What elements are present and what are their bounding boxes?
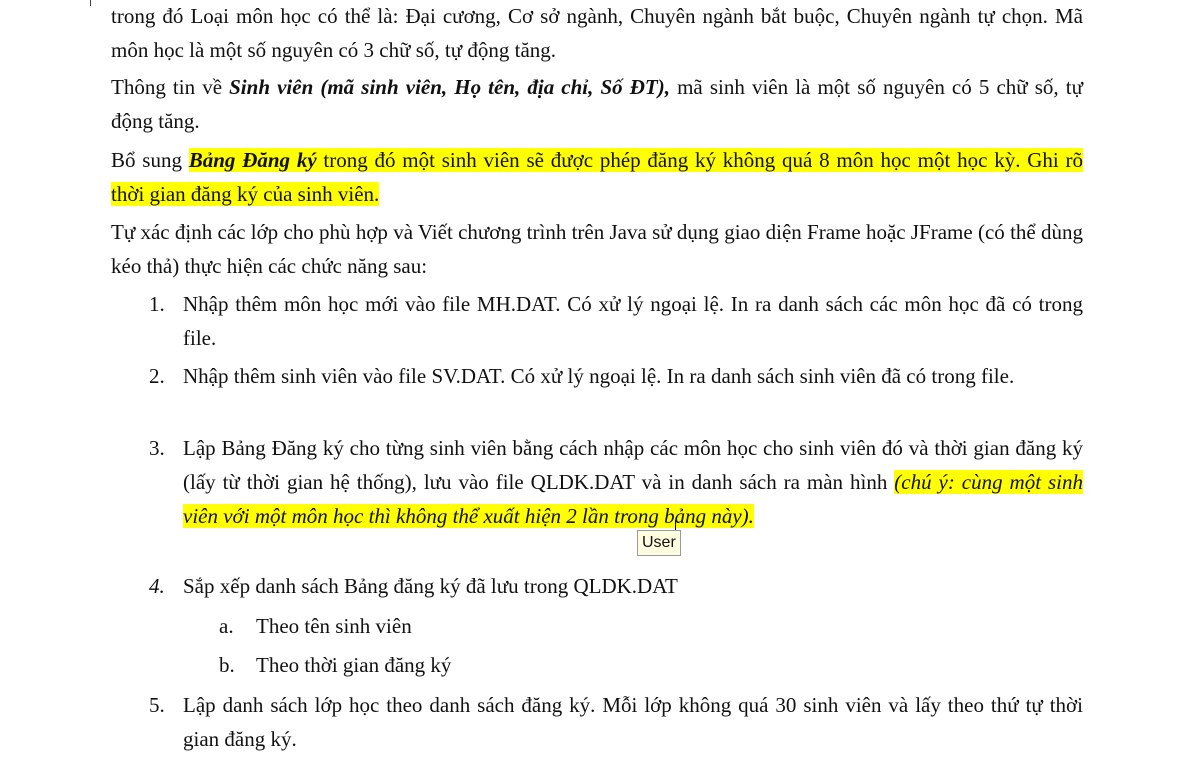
sublist-letter: b. [219,653,235,677]
margin-mark [90,0,91,6]
document-page: trong đó Loại môn học có thể là: Đại cươ… [0,0,1195,781]
list-item-text: Nhập thêm môn học mới vào file MH.DAT. C… [183,292,1083,350]
paragraph-text: Tự xác định các lớp cho phù hợp và Viết … [111,220,1083,278]
list-number: 1. [149,292,165,316]
paragraph-subject-types: trong đó Loại môn học có thể là: Đại cươ… [111,0,1083,67]
paragraph-text: trong đó Loại môn học có thể là: Đại cươ… [111,4,1083,62]
sublist-item: Theo tên sinh viên [256,614,412,638]
student-entity-bold: Sinh viên (mã sinh viên, Họ tên, địa chỉ… [229,75,670,99]
comment-author-tag[interactable]: User [637,530,681,556]
list-item-text: Sắp xếp danh sách Bảng đăng ký đã lưu tr… [183,574,678,598]
registration-entity-bold: Bảng Đăng ký [188,148,317,172]
paragraph-task: Tự xác định các lớp cho phù hợp và Viết … [111,215,1083,283]
paragraph-text: Bổ sung [111,148,189,172]
list-item: Nhập thêm sinh viên vào file SV.DAT. Có … [183,359,1083,393]
list-number: 5. [149,693,165,717]
paragraph-registration-table: Bổ sung Bảng Đăng ký trong đó một sinh v… [111,143,1083,211]
list-number: 3. [149,436,165,460]
list-number: 4. [149,574,165,598]
list-number: 2. [149,364,165,388]
list-item-text: Nhập thêm sinh viên vào file SV.DAT. Có … [183,364,1015,388]
list-item: Lập danh sách lớp học theo danh sách đăn… [183,688,1083,756]
paragraph-text: Thông tin về [111,75,230,99]
list-item: Lập Bảng Đăng ký cho từng sinh viên bằng… [183,431,1083,533]
list-item: Sắp xếp danh sách Bảng đăng ký đã lưu tr… [183,569,1083,603]
list-item: Nhập thêm môn học mới vào file MH.DAT. C… [183,287,1083,355]
sublist-letter: a. [219,614,234,638]
paragraph-student-info: Thông tin về Sinh viên (mã sinh viên, Họ… [111,70,1083,138]
list-item-text: Lập danh sách lớp học theo danh sách đăn… [183,693,1083,751]
sublist-item: Theo thời gian đăng ký [256,653,452,677]
